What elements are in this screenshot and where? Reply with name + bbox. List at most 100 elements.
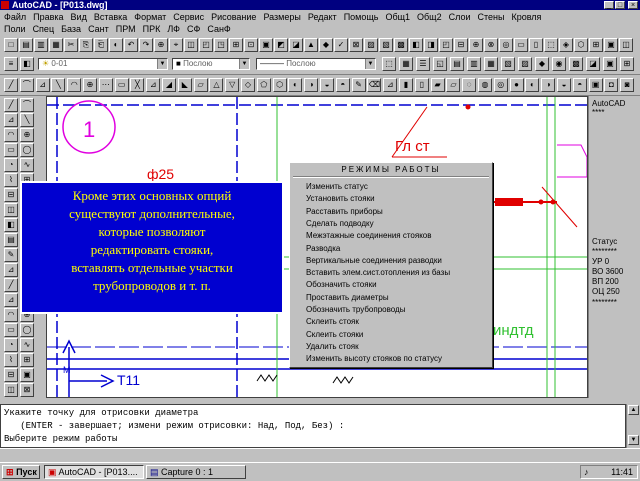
toolbox-tool-4-icon[interactable]: ╲	[20, 113, 34, 127]
property-tool-4-icon[interactable]: ◱	[433, 57, 447, 71]
toolbox-tool-10-icon[interactable]: ∿	[20, 158, 34, 172]
work-mode-menu-item[interactable]: Установить стояки	[306, 193, 375, 205]
toolbox-tool-25-icon[interactable]: ╱	[4, 278, 18, 292]
toolbox-tool-39-icon[interactable]: ◫	[4, 383, 18, 397]
work-mode-menu-item[interactable]: Удалить стояк	[306, 341, 359, 353]
main-menu-item[interactable]: Общ1	[385, 12, 410, 22]
extra-menu-item[interactable]: Спец	[33, 24, 55, 34]
toolbox-tool-34-icon[interactable]: ∿	[20, 338, 34, 352]
draw-tool-5-icon[interactable]: ◠	[67, 78, 82, 92]
tool15-icon[interactable]: ▭	[514, 38, 528, 52]
draw-tool-26-icon[interactable]: ▮	[399, 78, 413, 92]
property-tool-11-icon[interactable]: ◉	[552, 57, 566, 71]
draw-tool-3-icon[interactable]: ⊿	[35, 78, 50, 92]
main-menu-item[interactable]: Стены	[478, 12, 505, 22]
draw-tool-7-icon[interactable]: ⋯	[98, 78, 113, 92]
osnap-icon[interactable]: ⌖	[169, 38, 183, 52]
tool5-icon[interactable]: ▨	[364, 38, 378, 52]
main-menu-item[interactable]: Помощь	[344, 12, 379, 22]
redo-icon[interactable]: ↷	[139, 38, 153, 52]
draw-tool-17-icon[interactable]: ⬠	[256, 78, 271, 92]
open-icon[interactable]: ▤	[19, 38, 33, 52]
draw-tool-23-icon[interactable]: ✎	[351, 78, 366, 92]
save-icon[interactable]: ▥	[34, 38, 48, 52]
draw-tool-13-icon[interactable]: ▱	[193, 78, 208, 92]
extra-menu-item[interactable]: База	[61, 24, 81, 34]
toolbox-tool-17-icon[interactable]: ◧	[4, 218, 18, 232]
toolbox-tool-32-icon[interactable]: ◯	[20, 323, 34, 337]
scroll-down-icon[interactable]: ▼	[628, 435, 639, 445]
tool17-icon[interactable]: ⬚	[544, 38, 558, 52]
property-tool-12-icon[interactable]: ▩	[569, 57, 583, 71]
tool8-icon[interactable]: ◧	[409, 38, 423, 52]
paste-icon[interactable]: ⎗	[94, 38, 108, 52]
main-menu-item[interactable]: Вид	[71, 12, 87, 22]
toolbox-tool-13-icon[interactable]: ⊟	[4, 188, 18, 202]
main-menu-item[interactable]: Формат	[134, 12, 166, 22]
zoom-window-icon[interactable]: ◰	[199, 38, 213, 52]
property-tool-5-icon[interactable]: ▤	[450, 57, 464, 71]
copy-icon[interactable]: ⎘	[79, 38, 93, 52]
tool7-icon[interactable]: ▩	[394, 38, 408, 52]
property-tool-1-icon[interactable]: ⬚	[382, 57, 396, 71]
tool1-icon[interactable]: ▲	[304, 38, 318, 52]
draw-tool-33-icon[interactable]: ●	[509, 78, 524, 92]
tool3-icon[interactable]: ✓	[334, 38, 348, 52]
extra-menu-item[interactable]: ПРМ	[116, 24, 136, 34]
tool20-icon[interactable]: ⊞	[589, 38, 603, 52]
extra-menu-item[interactable]: СанФ	[207, 24, 230, 34]
layers-icon[interactable]: ≡	[4, 57, 18, 71]
pan-icon[interactable]: ⊞	[229, 38, 243, 52]
autocad-app-icon[interactable]	[1, 1, 9, 9]
property-tool-9-icon[interactable]: ▨	[518, 57, 532, 71]
toolbox-tool-15-icon[interactable]: ◫	[4, 203, 18, 217]
draw-tool-29-icon[interactable]: ▱	[446, 78, 461, 92]
toolbox-tool-6-icon[interactable]: ⊕	[20, 128, 34, 142]
main-menu-item[interactable]: Правка	[33, 12, 63, 22]
undo-icon[interactable]: ↶	[124, 38, 138, 52]
toolbox-tool-36-icon[interactable]: ⊞	[20, 353, 34, 367]
toolbox-tool-5-icon[interactable]: ◠	[4, 128, 18, 142]
draw-tool-38-icon[interactable]: ▣	[588, 78, 603, 92]
taskbar-task-autocad[interactable]: ▣ AutoCAD - [Р013....	[44, 465, 144, 479]
toolbar-icon[interactable]: ◫	[184, 38, 198, 52]
tool16-icon[interactable]: ▯	[529, 38, 543, 52]
draw-tool-39-icon[interactable]: ◘	[604, 78, 619, 92]
draw-tool-9-icon[interactable]: ╳	[130, 78, 145, 92]
color-dropdown[interactable]: ■ Послою ▼	[172, 58, 250, 70]
draw-tool-14-icon[interactable]: △	[209, 78, 224, 92]
toolbox-tool-27-icon[interactable]: ⊿	[4, 293, 18, 307]
layer-dropdown[interactable]: ☀ 0-01 ▼	[38, 58, 168, 70]
extra-menu-item[interactable]: ПРК	[143, 24, 161, 34]
draw-tool-36-icon[interactable]: ◒	[557, 78, 571, 92]
draw-tool-30-icon[interactable]: ◌	[462, 78, 477, 92]
close-button[interactable]: ×	[628, 1, 638, 9]
tool4-icon[interactable]: ⊠	[349, 38, 363, 52]
linetype-dropdown[interactable]: ——— Послою ▼	[256, 58, 376, 70]
zoom-all-icon[interactable]: ◳	[214, 38, 228, 52]
toolbox-tool-38-icon[interactable]: ▣	[20, 368, 34, 382]
work-mode-menu-item[interactable]: Разводка	[306, 243, 340, 255]
main-menu-item[interactable]: Размеры	[263, 12, 300, 22]
property-tool-7-icon[interactable]: ▦	[484, 57, 498, 71]
draw-tool-19-icon[interactable]: ◐	[288, 78, 303, 92]
work-mode-menu-item[interactable]: Расставить приборы	[306, 206, 383, 218]
work-mode-menu-item[interactable]: Сделать подводку	[306, 218, 374, 230]
draw-tool-15-icon[interactable]: ▽	[225, 78, 240, 92]
start-button[interactable]: ⊞ Пуск	[2, 465, 40, 479]
speaker-icon[interactable]: ♪	[581, 466, 589, 478]
tool14-icon[interactable]: ◎	[499, 38, 513, 52]
tool2-icon[interactable]: ◆	[319, 38, 333, 52]
tool12-icon[interactable]: ⊕	[469, 38, 483, 52]
tool13-icon[interactable]: ⊗	[484, 38, 498, 52]
draw-tool-2-icon[interactable]: ⌒	[19, 78, 34, 92]
command-scrollbar[interactable]: ▲ ▼	[626, 404, 640, 448]
toolbox-tool-23-icon[interactable]: ⊿	[4, 263, 18, 277]
work-mode-menu-item[interactable]: Обозначить стояки	[306, 279, 377, 291]
tool19-icon[interactable]: ⬡	[574, 38, 588, 52]
draw-tool-4-icon[interactable]: ╲	[51, 78, 66, 92]
draw-tool-35-icon[interactable]: ◑	[541, 78, 556, 92]
property-tool-15-icon[interactable]: ⊞	[620, 57, 634, 71]
cut-icon[interactable]: ✂	[64, 38, 78, 52]
draw-tool-18-icon[interactable]: ⬡	[272, 78, 287, 92]
